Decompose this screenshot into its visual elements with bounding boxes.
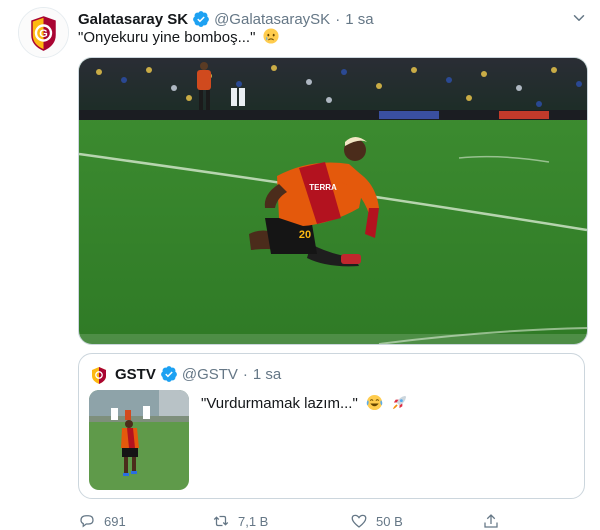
- share-icon: [484, 514, 498, 528]
- chevron-down-icon[interactable]: [570, 9, 588, 27]
- reply-count: 691: [104, 513, 126, 529]
- like-count: 50 B: [376, 513, 403, 529]
- like-button[interactable]: 50 B: [350, 512, 403, 530]
- player-running-photo: [89, 390, 189, 490]
- heart-icon: [351, 514, 367, 528]
- gstv-logo-icon: [92, 367, 106, 384]
- quoted-media-thumbnail[interactable]: [89, 390, 189, 490]
- tweet-media-image[interactable]: 20 TERRA: [78, 57, 588, 345]
- quoted-tweet-timestamp[interactable]: 1 sa: [253, 366, 281, 383]
- verified-badge-icon: [160, 366, 177, 382]
- rocket-emoji-icon: [393, 395, 407, 410]
- author-avatar[interactable]: G: [18, 7, 69, 58]
- quoted-author-handle[interactable]: @GSTV: [182, 366, 238, 383]
- galatasaray-logo-icon: G: [19, 8, 68, 57]
- author-handle[interactable]: @GalatasaraySK: [214, 11, 330, 28]
- tweet-text-content: "Onyekuru yine bomboş...": [78, 29, 256, 46]
- tweet-timestamp[interactable]: 1 sa: [345, 11, 373, 28]
- retweet-count: 7,1 B: [238, 513, 269, 529]
- shirt-sponsor: TERRA: [309, 183, 337, 192]
- verified-badge-icon: [193, 11, 209, 27]
- separator-dot: ·: [335, 10, 341, 28]
- separator-dot: ·: [242, 365, 248, 383]
- football-celebration-photo: 20 TERRA: [79, 58, 587, 344]
- quoted-tweet-header: GSTV @GSTV · 1 sa: [115, 365, 281, 383]
- svg-text:G: G: [39, 28, 48, 40]
- laughing-tears-emoji-icon: [366, 394, 383, 411]
- tweet[interactable]: G Galatasaray SK @GalatasaraySK · 1 sa "…: [0, 0, 600, 529]
- retweet-icon: [213, 515, 229, 527]
- reply-button[interactable]: 691: [78, 512, 126, 530]
- tweet-header: Galatasaray SK @GalatasaraySK · 1 sa: [78, 9, 374, 29]
- sad-tear-emoji-icon: [263, 28, 279, 44]
- quoted-tweet[interactable]: GSTV @GSTV · 1 sa "Vurdurmamak lazım...": [78, 353, 585, 499]
- reply-icon: [80, 515, 94, 528]
- share-button[interactable]: [482, 512, 508, 530]
- player-number: 20: [299, 229, 311, 241]
- quoted-tweet-text-content: "Vurdurmamak lazım...": [201, 395, 358, 412]
- tweet-text: "Onyekuru yine bomboş...": [78, 28, 279, 46]
- author-name[interactable]: Galatasaray SK: [78, 11, 188, 28]
- quoted-tweet-text: "Vurdurmamak lazım...": [201, 394, 408, 412]
- retweet-button[interactable]: 7,1 B: [212, 512, 268, 530]
- quoted-author-name[interactable]: GSTV: [115, 366, 156, 383]
